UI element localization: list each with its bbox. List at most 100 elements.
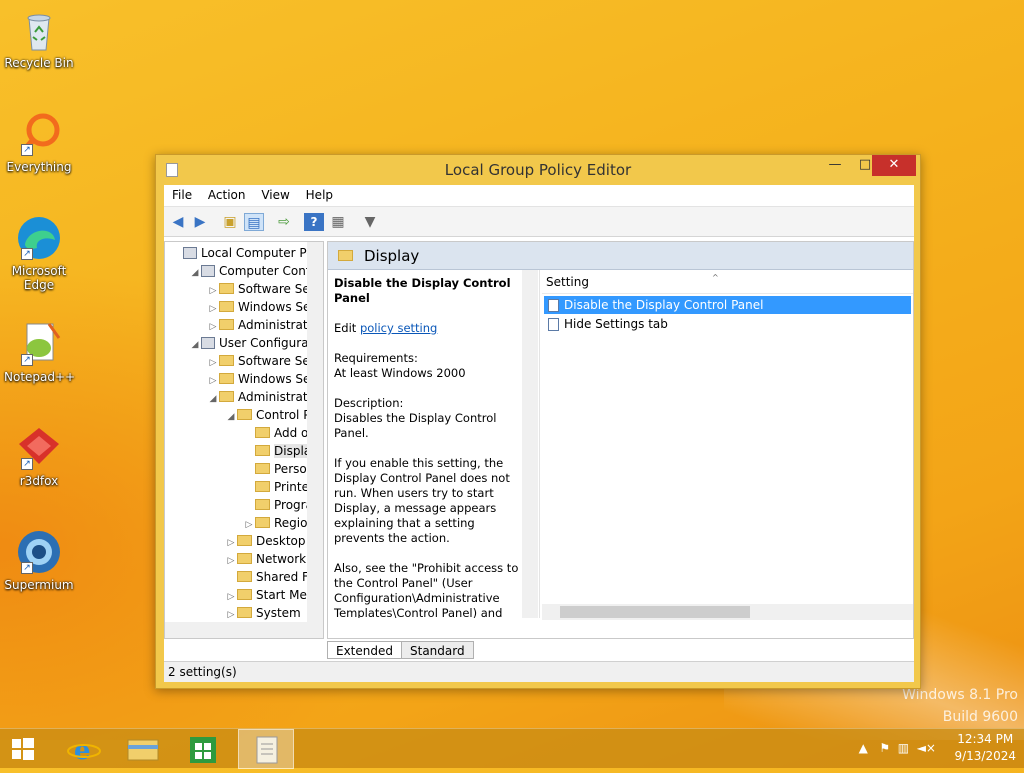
tree-node-label: Administrativ <box>238 318 318 332</box>
column-header-setting[interactable]: Setting ^ <box>542 270 913 294</box>
tree-node[interactable]: ▷ Windows Sett <box>207 370 320 388</box>
folder-icon <box>255 427 270 438</box>
desktop-icon-label: r3dfox <box>19 474 59 488</box>
r3dfox-browser-icon: ↗ <box>15 424 63 472</box>
clock[interactable]: 12:34 PM 9/13/2024 <box>954 731 1016 765</box>
desktop-icon-notepadpp[interactable]: ↗ Notepad++ <box>4 320 75 384</box>
computer-policy-icon <box>201 337 215 349</box>
setting-row[interactable]: Disable the Display Control Panel <box>544 296 911 314</box>
tree-node[interactable]: ▷ Network <box>225 550 307 568</box>
folder-icon <box>219 373 234 384</box>
tree-node[interactable]: ▷ Software Setti <box>207 352 323 370</box>
folder-icon <box>255 517 270 528</box>
list-horizontal-scrollbar[interactable] <box>542 604 913 620</box>
close-button[interactable]: ✕ <box>872 155 916 176</box>
tree-node[interactable]: Local Computer Polic <box>171 244 323 262</box>
window-client: File Action View Help ◀ ▶ ▣ ▤ ⇨ ? ▦ ▼ Lo… <box>164 185 914 682</box>
collapse-arrow-icon[interactable]: ◢ <box>189 264 201 282</box>
tree-node[interactable]: Progra <box>243 496 313 514</box>
file-explorer-icon[interactable] <box>116 729 172 769</box>
list-scroll-thumb[interactable] <box>560 606 750 618</box>
store-icon[interactable] <box>176 729 232 769</box>
collapse-arrow-icon[interactable]: ◢ <box>189 336 201 354</box>
menu-help[interactable]: Help <box>300 185 339 205</box>
minimize-button[interactable]: — <box>820 155 850 176</box>
folder-icon <box>219 355 234 366</box>
internet-explorer-icon[interactable]: e <box>56 729 112 769</box>
tree-node[interactable]: ▷ Windows Sett <box>207 298 320 316</box>
tree-node[interactable]: ◢ User Configuratio <box>189 334 323 354</box>
tree-node[interactable]: ▷ Software Setti <box>207 280 323 298</box>
forward-arrow-icon[interactable]: ▶ <box>190 213 210 231</box>
policy-title: Disable the Display Control Panel <box>334 276 511 305</box>
folder-icon <box>219 319 234 330</box>
title-bar[interactable]: Local Group Policy Editor — □ ✕ <box>156 155 920 185</box>
network-icon[interactable]: ▥ <box>898 741 909 755</box>
clock-time: 12:34 PM <box>957 732 1014 746</box>
tree-node-label: Computer Config <box>219 264 321 278</box>
folder-icon <box>237 589 252 600</box>
menu-file[interactable]: File <box>166 185 198 205</box>
desktop-icon-label: Microsoft Edge <box>11 264 67 292</box>
tree-node[interactable]: Person <box>243 460 314 478</box>
status-bar: 2 setting(s) <box>164 661 914 682</box>
menu-bar: File Action View Help <box>164 185 914 207</box>
collapse-arrow-icon[interactable]: ◢ <box>225 408 237 426</box>
tree-node[interactable]: ◢ Computer Config <box>189 262 321 280</box>
tree-node[interactable]: ◢ Control Pa <box>225 406 318 426</box>
back-arrow-icon[interactable]: ◀ <box>168 213 188 231</box>
tree-node[interactable]: ▷ Administrativ <box>207 316 318 334</box>
properties-icon[interactable]: ▦ <box>328 213 348 231</box>
category-header: Display <box>328 242 913 270</box>
desktop-icon-edge[interactable]: ↗ Microsoft Edge <box>4 214 74 292</box>
shortcut-arrow-icon: ↗ <box>21 248 33 260</box>
desktop-icon-recycle-bin[interactable]: Recycle Bin <box>4 6 74 70</box>
gpedit-taskbar-icon[interactable] <box>238 729 294 769</box>
taskbar: e ▲ ⚑ ▥ ◄× 12:34 PM 9/13/2024 <box>0 728 1024 769</box>
description-scrollbar[interactable] <box>522 270 538 618</box>
tree-node[interactable]: ◢ Administrativ <box>207 388 318 406</box>
tree-node-label: Network <box>256 552 307 566</box>
show-tree-icon[interactable]: ▤ <box>244 213 264 231</box>
volume-muted-icon[interactable]: ◄× <box>917 741 936 755</box>
export-list-icon[interactable]: ⇨ <box>274 213 294 231</box>
tree-node[interactable]: ▷ Desktop <box>225 532 306 550</box>
folder-icon <box>237 535 252 546</box>
tree-node[interactable]: Printer <box>243 478 314 496</box>
desktop-icon-r3dfox[interactable]: ↗ r3dfox <box>4 424 74 488</box>
action-center-flag-icon[interactable]: ⚑ <box>879 741 890 755</box>
tree-horizontal-scrollbar[interactable] <box>165 622 323 638</box>
desktop-icon-supermium[interactable]: ↗ Supermium <box>4 528 74 592</box>
requirements-label: Requirements: <box>334 351 418 365</box>
help-icon[interactable]: ? <box>304 213 324 231</box>
tree-node-label: Administrativ <box>238 390 318 404</box>
chevron-up-icon[interactable]: ▲ <box>859 741 868 755</box>
menu-view[interactable]: View <box>255 185 295 205</box>
edit-policy-link[interactable]: policy setting <box>360 321 437 335</box>
tree-node-label: Desktop <box>256 534 306 548</box>
computer-policy-icon <box>201 265 215 277</box>
tree-node[interactable]: ▷ Region <box>243 514 316 532</box>
sort-indicator-icon: ^ <box>712 273 719 282</box>
tab-standard[interactable]: Standard <box>401 641 474 659</box>
tree-vertical-scrollbar[interactable] <box>307 242 323 622</box>
description: Description: Disables the Display Control… <box>334 396 522 441</box>
menu-action[interactable]: Action <box>202 185 252 205</box>
tree-node[interactable]: ▷ System <box>225 604 301 622</box>
filter-icon[interactable]: ▼ <box>360 213 380 231</box>
setting-row[interactable]: Hide Settings tab <box>544 315 911 333</box>
desktop-icon-everything[interactable]: ↗ Everything <box>4 110 74 174</box>
collapse-arrow-icon[interactable]: ◢ <box>207 390 219 408</box>
folder-icon <box>219 301 234 312</box>
start-button[interactable] <box>0 729 56 769</box>
watermark-build: Build 9600 <box>942 709 1018 725</box>
tree-node[interactable]: Shared Fol <box>225 568 319 586</box>
description-paragraph-1: If you enable this setting, the Display … <box>334 456 510 545</box>
policy-setting-icon <box>548 318 559 331</box>
tab-extended[interactable]: Extended <box>327 641 402 659</box>
tree-node[interactable]: Add or <box>243 424 313 442</box>
folder-icon <box>237 553 252 564</box>
edge-browser-icon: ↗ <box>15 214 63 262</box>
status-text: 2 setting(s) <box>168 665 237 679</box>
up-folder-icon[interactable]: ▣ <box>220 213 240 231</box>
